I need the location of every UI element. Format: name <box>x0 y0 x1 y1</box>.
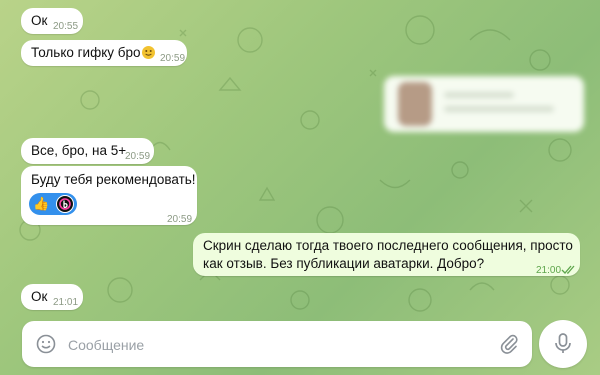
incoming-message[interactable]: Все, бро, на 5+ 20:59 <box>21 138 154 164</box>
incoming-message[interactable]: Ок 20:55 <box>21 8 83 34</box>
reaction-avatar <box>56 195 74 213</box>
read-double-check-icon <box>561 262 575 280</box>
microphone-icon <box>552 332 574 361</box>
message-time: 20:59 <box>167 214 193 225</box>
blurred-message-preview <box>384 76 584 132</box>
message-reactions[interactable]: 👍 <box>29 193 77 215</box>
message-time: 21:00 <box>536 265 562 276</box>
message-text-line: как отзыв. Без публикации аватарки. Добр… <box>203 256 485 271</box>
thumbs-up-icon: 👍 <box>33 196 50 211</box>
incoming-message[interactable]: Ок 21:01 <box>21 284 83 310</box>
message-time: 20:59 <box>125 151 151 162</box>
incoming-message[interactable]: Только гифку бро 20:59 <box>21 40 187 66</box>
blurred-avatar <box>398 82 432 126</box>
message-text: Ок <box>31 289 48 304</box>
message-text: Все, бро, на 5+ <box>31 143 127 158</box>
message-text: Только гифку бро <box>31 44 155 62</box>
smiling-face-emoji-icon <box>141 46 155 59</box>
message-time: 20:55 <box>53 21 79 32</box>
attach-paperclip-icon[interactable] <box>498 333 520 360</box>
message-composer <box>22 321 532 369</box>
message-text-content: Только гифку бро <box>31 45 141 60</box>
message-text-line: Скрин сделаю тогда твоего последнего соо… <box>203 238 573 253</box>
blurred-line <box>444 92 514 98</box>
message-text: Ок <box>31 13 48 28</box>
blurred-line <box>444 106 554 112</box>
message-time: 21:01 <box>53 297 79 308</box>
message-time: 20:59 <box>160 53 186 64</box>
message-input[interactable] <box>66 321 490 369</box>
outgoing-message[interactable]: Скрин сделаю тогда твоего последнего соо… <box>193 233 580 276</box>
emoji-icon[interactable] <box>35 333 57 360</box>
voice-message-button[interactable] <box>539 320 587 368</box>
message-text: Буду тебя рекомендовать! <box>31 172 196 187</box>
incoming-message[interactable]: Буду тебя рекомендовать! 👍 20:59 <box>21 166 197 225</box>
